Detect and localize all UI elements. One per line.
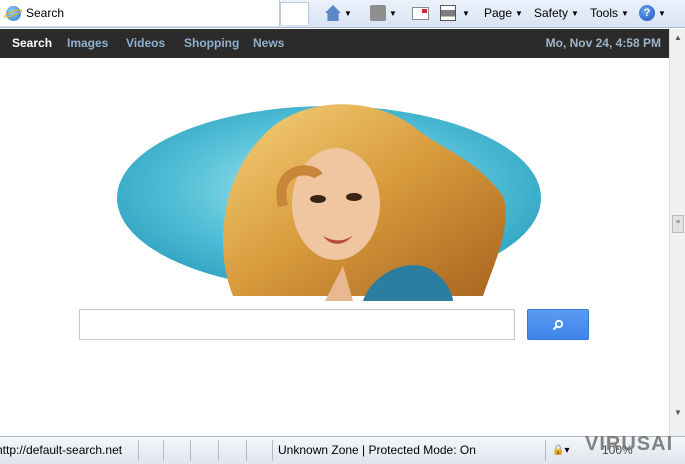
chevron-down-icon[interactable]: ▼ (462, 9, 470, 18)
safety-menu[interactable]: Safety ▼ (534, 3, 579, 23)
scroll-down-icon[interactable]: ▼ (672, 407, 684, 419)
hero-illustration (117, 104, 541, 301)
status-divider (163, 440, 164, 461)
security-icon[interactable]: 🔒▾ (552, 437, 569, 464)
nav-item-shopping[interactable]: Shopping (184, 29, 239, 58)
status-bar: http://default-search.net Unknown Zone |… (0, 436, 685, 464)
status-divider (138, 440, 139, 461)
hero-right-eye (346, 193, 362, 201)
print-icon (440, 5, 456, 21)
chevron-down-icon: ▼ (571, 8, 579, 18)
chevron-down-icon: ▼ (658, 8, 666, 18)
tab-title: Search (26, 6, 65, 20)
status-divider (246, 440, 247, 461)
nav-item-news[interactable]: News (253, 29, 284, 58)
tools-menu[interactable]: Tools ▼ (590, 3, 629, 23)
chevron-down-icon: ▼ (621, 8, 629, 18)
tools-menu-label: Tools (590, 6, 619, 20)
new-tab-button[interactable] (280, 2, 309, 25)
print-button[interactable]: ▼ (440, 3, 470, 23)
status-url: http://default-search.net (0, 443, 123, 457)
ie-logo-icon (6, 5, 21, 21)
scroll-up-icon[interactable]: ▲ (672, 32, 684, 44)
page-menu-label: Page (484, 6, 513, 20)
scroll-thumb[interactable]: ≡ (672, 215, 684, 233)
watermark: VIRUSAI (585, 433, 674, 455)
status-divider (272, 440, 273, 461)
search-button[interactable] (527, 309, 589, 340)
nav-item-images[interactable]: Images (67, 29, 108, 58)
status-divider (545, 440, 546, 461)
status-divider (190, 440, 191, 461)
help-icon: ? (639, 5, 655, 21)
home-button[interactable]: ▼ (325, 3, 352, 23)
status-divider (218, 440, 219, 461)
date-time: Mo, Nov 24, 4:58 PM (545, 36, 661, 50)
site-nav: Search Images Videos Shopping News Mo, N… (0, 29, 669, 58)
home-icon (325, 5, 341, 21)
hero-left-eye (310, 195, 326, 203)
safety-menu-label: Safety (534, 6, 569, 20)
nav-item-search[interactable]: Search (12, 29, 52, 58)
search-icon (552, 319, 564, 330)
page-menu[interactable]: Page ▼ (484, 3, 523, 23)
search-input[interactable] (79, 309, 515, 340)
nav-item-videos[interactable]: Videos (126, 29, 165, 58)
read-mail-icon (412, 6, 429, 20)
chevron-down-icon[interactable]: ▼ (389, 9, 397, 18)
browser-toolbar: Search ▼ ▼ ▼ Page ▼ Safety ▼ Tools ▼ ? ▼ (0, 0, 685, 28)
status-zone: Unknown Zone | Protected Mode: On (278, 443, 476, 457)
vertical-scrollbar[interactable]: ▲ ≡ ▼ (669, 29, 685, 436)
help-menu[interactable]: ? ▼ (639, 3, 666, 23)
feeds-icon (370, 5, 386, 21)
browser-tab[interactable]: Search (0, 0, 280, 26)
chevron-down-icon[interactable]: ▼ (344, 9, 352, 18)
read-mail-button[interactable] (412, 3, 429, 23)
chevron-down-icon: ▼ (515, 8, 523, 18)
feeds-button[interactable]: ▼ (370, 3, 397, 23)
